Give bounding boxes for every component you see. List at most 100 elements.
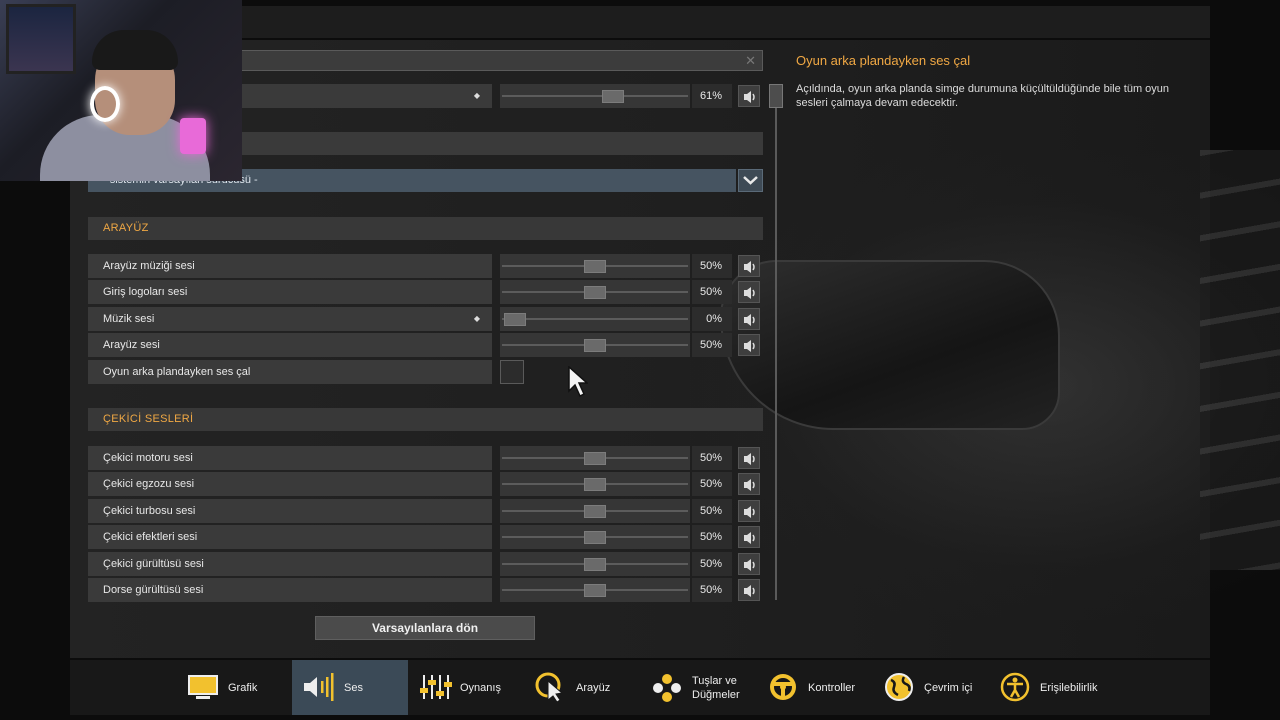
slider-knob[interactable] [584, 584, 606, 597]
mute-speaker-icon[interactable] [738, 499, 760, 522]
tab-online[interactable]: Çevrim içi [872, 660, 988, 715]
volume-value: 0% [692, 306, 732, 331]
slider-knob[interactable] [584, 339, 606, 353]
volume-slider[interactable] [500, 254, 690, 278]
volume-value: 50% [692, 578, 732, 602]
slider-knob[interactable] [584, 557, 606, 571]
background-truck-headlight-art [690, 150, 1280, 620]
steering-wheel-icon [770, 674, 796, 700]
tab-label: Oynanış [460, 681, 501, 694]
slider-knob[interactable] [601, 90, 624, 103]
setting-row: Çekici turbosu sesi [88, 498, 492, 523]
volume-slider[interactable] [500, 472, 690, 497]
clear-search-icon[interactable]: ✕ [745, 53, 756, 69]
setting-row: Çekici egzozu sesi [88, 472, 492, 497]
setting-label: Dorse gürültüsü sesi [103, 584, 204, 596]
chevron-down-icon[interactable] [738, 169, 763, 192]
tab-label: Ses [344, 681, 363, 694]
setting-row: Çekici motoru sesi [88, 446, 492, 470]
tab-controls[interactable]: Kontroller [756, 660, 872, 715]
setting-label: Çekici efektleri sesi [103, 531, 198, 544]
setting-row: Dorse gürültüsü sesi [88, 578, 492, 602]
section-interface: ARAYÜZ [88, 217, 763, 240]
volume-slider[interactable] [500, 578, 690, 602]
volume-value: 50% [692, 446, 732, 470]
tab-label: Tuşlar ve Düğmeler [692, 674, 740, 701]
setting-label: Arayüz müziği sesi [103, 260, 195, 272]
slider-knob[interactable] [584, 452, 606, 465]
slider-knob[interactable] [584, 260, 606, 273]
webcam-overlay [0, 0, 242, 181]
tab-label: Çevrim içi [924, 681, 973, 694]
volume-slider[interactable] [500, 551, 690, 576]
slider-knob[interactable] [584, 478, 606, 492]
volume-slider[interactable] [500, 446, 690, 470]
volume-value: 50% [692, 498, 732, 523]
mute-speaker-icon[interactable] [738, 473, 760, 496]
scrollbar-track[interactable] [775, 84, 777, 600]
volume-value: 50% [692, 551, 732, 576]
mute-speaker-icon[interactable] [738, 281, 760, 304]
speaker-icon [304, 673, 334, 701]
setting-label: Müzik sesi [103, 312, 155, 325]
background-audio-label: Oyun arka plandayken ses çal [103, 366, 251, 378]
mouse-cursor-icon [568, 366, 588, 398]
slider-knob[interactable] [504, 312, 526, 326]
mute-speaker-icon[interactable] [738, 447, 760, 469]
background-audio-row: Oyun arka plandayken ses çal [88, 360, 492, 384]
tab-label: Grafik [228, 681, 258, 694]
volume-value: 50% [692, 472, 732, 497]
tab-accessibility[interactable]: Erişilebilirlik [988, 660, 1118, 715]
master-volume-slider[interactable] [500, 84, 690, 108]
volume-slider[interactable] [500, 525, 690, 550]
background-audio-checkbox[interactable] [500, 360, 524, 384]
mute-speaker-icon[interactable] [738, 552, 760, 575]
setting-row: Çekici gürültüsü sesi [88, 551, 492, 576]
setting-label: Çekici turbosu sesi [103, 504, 196, 517]
mute-speaker-icon[interactable] [738, 255, 760, 277]
tab-graphics[interactable]: Grafik [176, 660, 292, 715]
setting-label: Çekici motoru sesi [103, 452, 193, 464]
mute-speaker-icon[interactable] [738, 579, 760, 601]
setting-row: Giriş logoları sesi [88, 280, 492, 305]
setting-row: Çekici efektleri sesi [88, 525, 492, 550]
mute-speaker-icon[interactable] [738, 334, 760, 357]
slider-knob[interactable] [584, 531, 606, 545]
tab-label: Arayüz [576, 681, 611, 694]
mute-speaker-icon[interactable] [738, 85, 760, 107]
volume-value: 50% [692, 280, 732, 305]
tab-keys-buttons[interactable]: Tuşlar ve Düğmeler [640, 660, 756, 715]
tab-sound[interactable]: Ses [292, 660, 408, 715]
reset-defaults-button[interactable]: Varsayılanlara dön [315, 616, 535, 640]
cursor-icon [535, 672, 564, 702]
mute-speaker-icon[interactable] [738, 307, 760, 330]
tab-interface[interactable]: Arayüz [524, 660, 640, 715]
mute-speaker-icon[interactable] [738, 526, 760, 549]
volume-slider[interactable] [500, 306, 690, 331]
volume-value: 50% [692, 525, 732, 550]
volume-value: 50% [692, 333, 732, 358]
monitor-icon [188, 675, 218, 699]
setting-row: Arayüz sesi [88, 333, 492, 358]
gamepad-buttons-icon [653, 674, 681, 702]
tab-label: Kontroller [808, 681, 856, 694]
setting-label: Giriş logoları sesi [103, 286, 188, 299]
setting-label: Arayüz sesi [103, 339, 160, 352]
tab-gameplay[interactable]: Oynanış [408, 660, 524, 715]
scrollbar-thumb[interactable] [769, 84, 783, 108]
volume-value: 50% [692, 254, 732, 278]
setting-label: Çekici egzozu sesi [103, 478, 195, 491]
info-title: Oyun arka plandayken ses çal [796, 53, 971, 68]
modified-diamond-icon: ◆ [473, 91, 480, 100]
volume-slider[interactable] [500, 333, 690, 358]
info-description: Açıldında, oyun arka planda simge durumu… [796, 83, 1170, 109]
setting-row: Müzik sesi ◆ [88, 306, 492, 331]
setting-row: Arayüz müziği sesi [88, 254, 492, 278]
section-tractor-sounds: ÇEKİCİ SESLERİ [88, 408, 763, 431]
volume-slider[interactable] [500, 280, 690, 305]
sliders-icon [420, 675, 452, 699]
slider-knob[interactable] [584, 504, 606, 518]
setting-label: Çekici gürültüsü sesi [103, 557, 204, 570]
volume-slider[interactable] [500, 498, 690, 523]
slider-knob[interactable] [584, 286, 606, 300]
